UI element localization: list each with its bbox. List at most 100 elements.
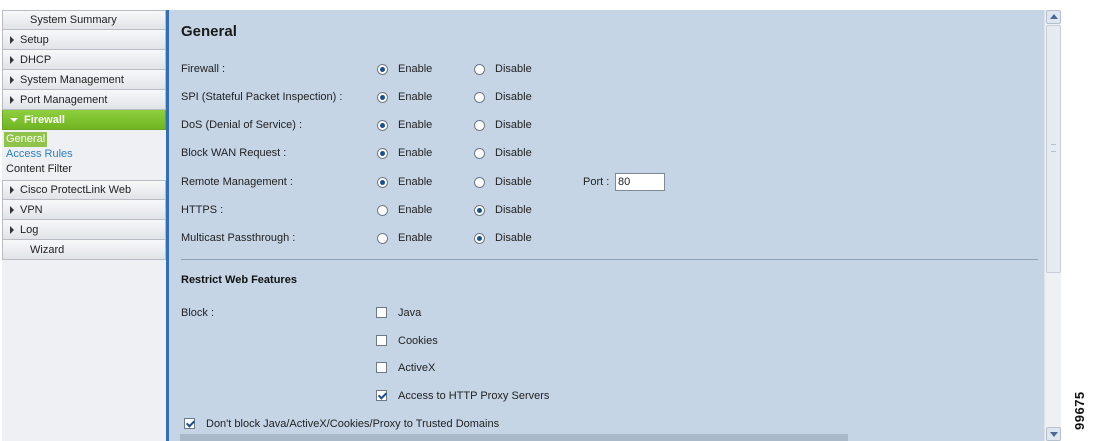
disable-label: Disable xyxy=(495,232,532,244)
enable-label: Enable xyxy=(398,204,433,216)
enable-label: Enable xyxy=(398,63,433,75)
chevron-right-icon xyxy=(10,75,14,84)
remote-management-enable-radio[interactable] xyxy=(377,177,388,188)
chevron-right-icon xyxy=(10,186,14,194)
block-row-activex: ActiveX xyxy=(181,362,1021,378)
remote-management-disable-radio[interactable] xyxy=(474,177,485,188)
block-row-http-proxy: Access to HTTP Proxy Servers xyxy=(181,390,1021,406)
sidebar-item-vpn[interactable]: VPN xyxy=(2,200,166,220)
setting-label: Multicast Passthrough : xyxy=(181,232,296,244)
sidebar-item-setup[interactable]: Setup xyxy=(2,30,166,50)
sidebar-item-cisco-protectlink-web[interactable]: Cisco ProtectLink Web xyxy=(2,180,166,200)
http-proxy-checkbox[interactable] xyxy=(376,390,387,401)
section-divider xyxy=(181,259,1038,260)
sidebar-item-label: VPN xyxy=(20,203,43,216)
java-checkbox[interactable] xyxy=(376,307,387,318)
scroll-down-icon[interactable] xyxy=(1046,427,1061,441)
multicast-disable-radio[interactable] xyxy=(474,233,485,244)
sidebar-item-dhcp[interactable]: DHCP xyxy=(2,50,166,70)
block-wan-enable-radio[interactable] xyxy=(377,148,388,159)
http-proxy-label: Access to HTTP Proxy Servers xyxy=(398,390,550,402)
multicast-enable-radio[interactable] xyxy=(377,233,388,244)
activex-label: ActiveX xyxy=(398,362,436,374)
setting-row-https: HTTPS : Enable Disable xyxy=(181,204,1021,220)
setting-label: HTTPS : xyxy=(181,204,224,216)
chevron-right-icon xyxy=(10,35,14,44)
spi-disable-radio[interactable] xyxy=(474,92,485,103)
disable-label: Disable xyxy=(495,176,532,188)
scroll-thumb[interactable] xyxy=(1046,25,1061,273)
firewall-enable-radio[interactable] xyxy=(377,64,388,75)
scroll-up-icon[interactable] xyxy=(1046,10,1061,24)
setting-row-firewall: Firewall : Enable Disable xyxy=(181,63,1021,79)
subnav-item-general[interactable]: General xyxy=(4,132,48,147)
setting-row-multicast-passthrough: Multicast Passthrough : Enable Disable xyxy=(181,232,1021,248)
trusted-domains-checkbox[interactable] xyxy=(184,418,195,429)
firewall-subnav: General Access Rules Content Filter xyxy=(2,130,166,180)
dos-disable-radio[interactable] xyxy=(474,120,485,131)
sidebar-item-label: System Management xyxy=(20,73,124,86)
setting-row-dos: DoS (Denial of Service) : Enable Disable xyxy=(181,119,1021,135)
block-label: Block : xyxy=(181,307,215,319)
trusted-domains-row: Don't block Java/ActiveX/Cookies/Proxy t… xyxy=(181,418,1021,434)
subnav-item-content-filter[interactable]: Content Filter xyxy=(6,162,166,177)
setting-row-spi: SPI (Stateful Packet Inspection) : Enabl… xyxy=(181,91,1021,107)
footer-bar xyxy=(180,434,848,441)
https-disable-radio[interactable] xyxy=(474,205,485,216)
chevron-right-icon xyxy=(10,55,14,64)
disable-label: Disable xyxy=(495,147,532,159)
disable-label: Disable xyxy=(495,119,532,131)
setting-label: SPI (Stateful Packet Inspection) : xyxy=(181,91,343,103)
java-label: Java xyxy=(398,307,422,319)
enable-label: Enable xyxy=(398,232,433,244)
grip-icon xyxy=(1051,144,1056,152)
setting-label: Remote Management : xyxy=(181,176,293,188)
subnav-item-access-rules[interactable]: Access Rules xyxy=(6,147,166,162)
cookies-checkbox[interactable] xyxy=(376,335,387,346)
sidebar-item-port-management[interactable]: Port Management xyxy=(2,90,166,110)
port-label: Port : xyxy=(583,176,610,188)
sidebar-item-firewall[interactable]: Firewall xyxy=(2,110,166,130)
enable-label: Enable xyxy=(398,147,433,159)
sidebar-item-label: Log xyxy=(20,223,39,236)
restrict-web-features-heading: Restrict Web Features xyxy=(181,274,297,286)
sidebar-item-label: System Summary xyxy=(30,14,117,26)
vertical-scrollbar[interactable] xyxy=(1044,10,1061,441)
firewall-disable-radio[interactable] xyxy=(474,64,485,75)
block-row: Block : Java xyxy=(181,307,1021,323)
activex-checkbox[interactable] xyxy=(376,362,387,373)
sidebar-item-log[interactable]: Log xyxy=(2,220,166,240)
disable-label: Disable xyxy=(495,204,532,216)
block-row-cookies: Cookies xyxy=(181,335,1021,351)
disable-label: Disable xyxy=(495,91,532,103)
chevron-right-icon xyxy=(10,225,14,234)
page-title: General xyxy=(181,23,237,40)
sidebar-item-label: Firewall xyxy=(24,113,65,126)
sidebar-item-wizard[interactable]: Wizard xyxy=(2,240,166,260)
cookies-label: Cookies xyxy=(398,335,438,347)
sidebar-item-system-management[interactable]: System Management xyxy=(2,70,166,90)
enable-label: Enable xyxy=(398,176,433,188)
sidebar-item-label: DHCP xyxy=(20,53,52,66)
sidebar-item-label: Setup xyxy=(20,33,49,46)
enable-label: Enable xyxy=(398,91,433,103)
spi-enable-radio[interactable] xyxy=(377,92,388,103)
trusted-domains-label: Don't block Java/ActiveX/Cookies/Proxy t… xyxy=(206,418,500,430)
sidebar-item-label: Wizard xyxy=(30,243,65,256)
sidebar-item-label: Cisco ProtectLink Web xyxy=(20,184,132,196)
chevron-down-icon xyxy=(10,117,18,122)
sidebar-item-system-summary[interactable]: System Summary xyxy=(2,10,166,30)
dos-enable-radio[interactable] xyxy=(377,120,388,131)
chevron-right-icon xyxy=(10,95,14,104)
setting-label: Firewall : xyxy=(181,63,226,75)
setting-row-block-wan-request: Block WAN Request : Enable Disable xyxy=(181,147,1021,163)
block-wan-disable-radio[interactable] xyxy=(474,148,485,159)
setting-label: Block WAN Request : xyxy=(181,147,287,159)
main-content: General Firewall : Enable Disable SPI (S… xyxy=(169,10,1044,441)
chevron-right-icon xyxy=(10,205,14,214)
enable-label: Enable xyxy=(398,119,433,131)
port-input[interactable]: 80 xyxy=(615,173,665,191)
https-enable-radio[interactable] xyxy=(377,205,388,216)
sidebar-item-label: Port Management xyxy=(20,93,108,106)
figure-id: 99675 xyxy=(1072,391,1087,430)
